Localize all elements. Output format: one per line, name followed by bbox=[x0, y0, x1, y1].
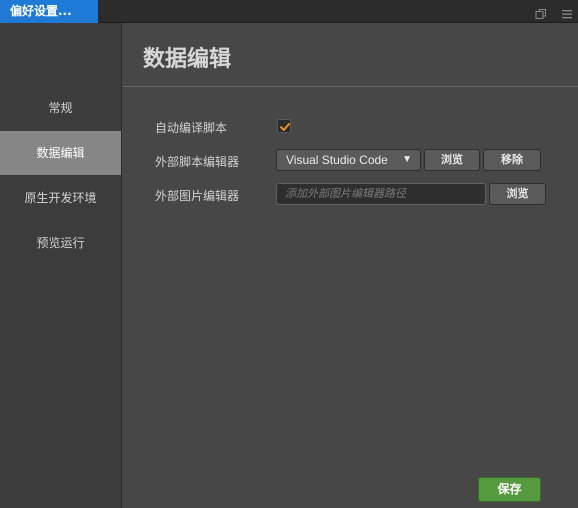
title-bar: 偏好设置... bbox=[0, 0, 578, 23]
script-editor-label: 外部脚本编辑器 bbox=[155, 155, 240, 169]
main-panel: 数据编辑 自动编译脚本 外部脚本编辑器 Visual Studio Code ▼… bbox=[123, 23, 578, 508]
auto-compile-checkbox[interactable] bbox=[277, 119, 291, 133]
header-divider bbox=[123, 86, 578, 87]
image-editor-label: 外部图片编辑器 bbox=[155, 189, 240, 203]
script-browse-button[interactable]: 浏览 bbox=[424, 149, 480, 171]
script-editor-value: Visual Studio Code bbox=[286, 153, 388, 167]
image-editor-path-input[interactable]: 添加外部图片编辑器路径 bbox=[276, 183, 486, 205]
save-button[interactable]: 保存 bbox=[478, 477, 541, 502]
sidebar-item-general[interactable]: 常规 bbox=[0, 86, 121, 130]
page-title: 数据编辑 bbox=[143, 47, 232, 72]
sidebar-item-native-env[interactable]: 原生开发环境 bbox=[0, 176, 121, 220]
image-browse-button[interactable]: 浏览 bbox=[489, 183, 546, 205]
menu-icon[interactable] bbox=[561, 5, 573, 19]
sidebar: 常规 数据编辑 原生开发环境 预览运行 bbox=[0, 23, 122, 508]
sidebar-item-preview-run[interactable]: 预览运行 bbox=[0, 221, 121, 265]
window-tab[interactable]: 偏好设置... bbox=[0, 0, 98, 23]
script-editor-select[interactable]: Visual Studio Code ▼ bbox=[276, 149, 421, 171]
checkmark-icon bbox=[280, 123, 290, 131]
sidebar-item-data-editor[interactable]: 数据编辑 bbox=[0, 131, 121, 175]
script-remove-button[interactable]: 移除 bbox=[483, 149, 541, 171]
auto-compile-label: 自动编译脚本 bbox=[155, 121, 228, 135]
dropdown-caret-icon: ▼ bbox=[402, 154, 412, 165]
popout-icon[interactable] bbox=[535, 5, 547, 19]
